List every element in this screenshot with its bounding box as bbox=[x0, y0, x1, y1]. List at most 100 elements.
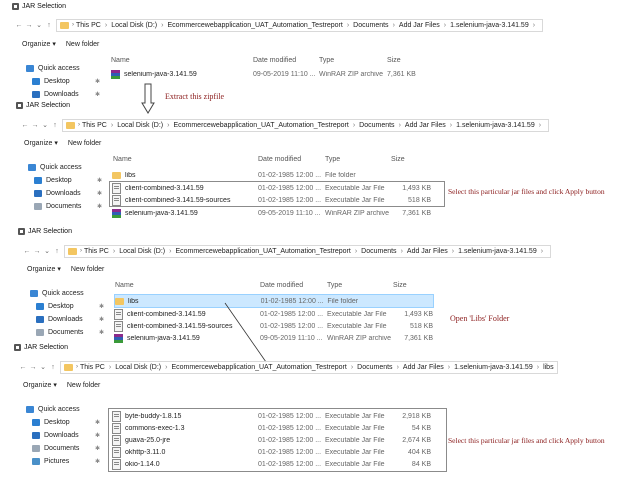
sidebar-item-quick-access[interactable]: Quick access bbox=[26, 403, 100, 416]
up-arrow-icon[interactable]: ↑ bbox=[48, 364, 58, 371]
list-item[interactable]: client-combined-3.141.59-sources 01-02-1… bbox=[112, 194, 444, 206]
breadcrumb[interactable]: › This PC › Local Disk (D:) › Ecommerceweb… bbox=[60, 360, 558, 374]
back-arrow-icon[interactable]: ← bbox=[22, 248, 32, 255]
organize-button[interactable]: Organize ▾ bbox=[23, 381, 57, 389]
list-item[interactable]: client-combined-3.141.59-sources 01-02-1… bbox=[114, 320, 436, 332]
sidebar-item-downloads[interactable]: Downloads ✱ bbox=[28, 187, 102, 200]
sidebar-item-downloads[interactable]: Downloads ✱ bbox=[30, 313, 104, 326]
sidebar-item-downloads[interactable]: Downloads ✱ bbox=[26, 88, 100, 101]
new-folder-button[interactable]: New folder bbox=[67, 382, 100, 389]
crumb-disk[interactable]: Local Disk (D:) bbox=[111, 22, 157, 29]
list-item[interactable]: client-combined-3.141.59 01-02-1985 12:0… bbox=[114, 308, 436, 320]
list-item-libs-selected[interactable]: libs 01-02-1985 12:00 ... File folder bbox=[114, 294, 434, 308]
crumb-project[interactable]: Ecommercewebapplication_UAT_Automation_T… bbox=[173, 122, 348, 129]
back-arrow-icon[interactable]: ← bbox=[14, 22, 24, 29]
crumb-this-pc[interactable]: This PC bbox=[76, 22, 101, 29]
col-name[interactable]: Name bbox=[115, 282, 260, 289]
jar-file-icon bbox=[112, 410, 121, 422]
list-item[interactable]: okhttp-3.11.0 01-02-1985 12:00 ... Execu… bbox=[112, 446, 446, 458]
list-item[interactable]: guava-25.0-jre 01-02-1985 12:00 ... Exec… bbox=[112, 434, 446, 446]
crumb-project[interactable]: Ecommercewebapplication_UAT_Automation_T… bbox=[167, 22, 342, 29]
list-item[interactable]: commons-exec-1.3 01-02-1985 12:00 ... Ex… bbox=[112, 422, 446, 434]
forward-arrow-icon[interactable]: → bbox=[28, 364, 38, 371]
col-size[interactable]: Size bbox=[387, 57, 427, 64]
up-arrow-icon[interactable]: ↑ bbox=[44, 22, 54, 29]
sidebar-item-desktop[interactable]: Desktop ✱ bbox=[28, 174, 102, 187]
col-name[interactable]: Name bbox=[113, 156, 258, 163]
crumb-project[interactable]: Ecommercewebapplication_UAT_Automation_T… bbox=[175, 248, 350, 255]
list-item[interactable]: selenium-java-3.141.59 09-05-2019 11:10 … bbox=[112, 207, 446, 219]
crumb-libs[interactable]: libs bbox=[543, 364, 554, 371]
organize-button[interactable]: Organize ▾ bbox=[27, 265, 61, 273]
up-arrow-icon[interactable]: ↑ bbox=[52, 248, 62, 255]
col-type[interactable]: Type bbox=[319, 57, 387, 64]
list-item[interactable]: client-combined-3.141.59 01-02-1985 12:0… bbox=[112, 182, 444, 194]
list-item[interactable]: okio-1.14.0 01-02-1985 12:00 ... Executa… bbox=[112, 458, 446, 470]
list-item[interactable]: selenium-java-3.141.59 09-05-2019 11:10 … bbox=[111, 68, 441, 80]
crumb-documents[interactable]: Documents bbox=[353, 22, 388, 29]
crumb-selenium[interactable]: 1.selenium-java-3.141.59 bbox=[450, 22, 529, 29]
sidebar-item-quick-access[interactable]: Quick access bbox=[30, 287, 104, 300]
toolbar-1: Organize ▾ New folder bbox=[22, 39, 99, 49]
crumb-this-pc[interactable]: This PC bbox=[84, 248, 109, 255]
new-folder-button[interactable]: New folder bbox=[71, 266, 104, 273]
col-date[interactable]: Date modified bbox=[258, 156, 325, 163]
col-size[interactable]: Size bbox=[393, 282, 433, 289]
crumb-disk[interactable]: Local Disk (D:) bbox=[119, 248, 165, 255]
col-type[interactable]: Type bbox=[325, 156, 391, 163]
list-item[interactable]: byte-buddy-1.8.15 01-02-1985 12:00 ... E… bbox=[112, 410, 446, 422]
back-arrow-icon[interactable]: ← bbox=[20, 122, 30, 129]
new-folder-button[interactable]: New folder bbox=[68, 140, 101, 147]
recent-chevron-icon[interactable]: ⌄ bbox=[34, 21, 44, 29]
sidebar-item-quick-access[interactable]: Quick access bbox=[26, 62, 100, 75]
crumb-documents[interactable]: Documents bbox=[361, 248, 396, 255]
crumb-project[interactable]: Ecommercewebapplication_UAT_Automation_T… bbox=[171, 364, 346, 371]
crumb-documents[interactable]: Documents bbox=[359, 122, 394, 129]
selection-highlight: client-combined-3.141.59 01-02-1985 12:0… bbox=[109, 181, 445, 207]
crumb-selenium[interactable]: 1.selenium-java-3.141.59 bbox=[456, 122, 535, 129]
crumb-selenium[interactable]: 1.selenium-java-3.141.59 bbox=[454, 364, 533, 371]
sidebar-item-quick-access[interactable]: Quick access bbox=[28, 161, 102, 174]
crumb-add-jar-files[interactable]: Add Jar Files bbox=[407, 248, 448, 255]
sidebar-item-documents[interactable]: Documents ✱ bbox=[30, 326, 104, 339]
col-size[interactable]: Size bbox=[391, 156, 431, 163]
note-open-libs: Open 'Libs' Folder bbox=[450, 314, 510, 323]
sidebar-item-pictures[interactable]: Pictures ✱ bbox=[26, 455, 100, 468]
crumb-add-jar-files[interactable]: Add Jar Files bbox=[403, 364, 444, 371]
col-name[interactable]: Name bbox=[111, 57, 253, 64]
sidebar-item-desktop[interactable]: Desktop ✱ bbox=[26, 75, 100, 88]
sidebar-item-downloads[interactable]: Downloads ✱ bbox=[26, 429, 100, 442]
recent-chevron-icon[interactable]: ⌄ bbox=[38, 363, 48, 371]
sidebar-item-desktop[interactable]: Desktop ✱ bbox=[26, 416, 100, 429]
col-type[interactable]: Type bbox=[327, 282, 393, 289]
forward-arrow-icon[interactable]: → bbox=[32, 248, 42, 255]
list-item[interactable]: libs 01-02-1985 12:00 ... File folder bbox=[112, 169, 446, 181]
sidebar-item-documents[interactable]: Documents ✱ bbox=[28, 200, 102, 213]
crumb-disk[interactable]: Local Disk (D:) bbox=[117, 122, 163, 129]
crumb-this-pc[interactable]: This PC bbox=[80, 364, 105, 371]
up-arrow-icon[interactable]: ↑ bbox=[50, 122, 60, 129]
col-date[interactable]: Date modified bbox=[260, 282, 327, 289]
forward-arrow-icon[interactable]: → bbox=[30, 122, 40, 129]
recent-chevron-icon[interactable]: ⌄ bbox=[40, 121, 50, 129]
sidebar-item-desktop[interactable]: Desktop ✱ bbox=[30, 300, 104, 313]
crumb-add-jar-files[interactable]: Add Jar Files bbox=[405, 122, 446, 129]
back-arrow-icon[interactable]: ← bbox=[18, 364, 28, 371]
recent-chevron-icon[interactable]: ⌄ bbox=[42, 247, 52, 255]
list-item[interactable]: selenium-java-3.141.59 09-05-2019 11:10 … bbox=[114, 332, 436, 344]
crumb-selenium[interactable]: 1.selenium-java-3.141.59 bbox=[458, 248, 537, 255]
crumb-disk[interactable]: Local Disk (D:) bbox=[115, 364, 161, 371]
sidebar-item-documents[interactable]: Documents ✱ bbox=[26, 442, 100, 455]
crumb-this-pc[interactable]: This PC bbox=[82, 122, 107, 129]
col-date[interactable]: Date modified bbox=[253, 57, 319, 64]
organize-button[interactable]: Organize ▾ bbox=[24, 139, 58, 147]
crumb-documents[interactable]: Documents bbox=[357, 364, 392, 371]
breadcrumb[interactable]: › This PC › Local Disk (D:) › Ecommerceweb… bbox=[62, 118, 550, 132]
new-folder-button[interactable]: New folder bbox=[66, 41, 99, 48]
crumb-add-jar-files[interactable]: Add Jar Files bbox=[399, 22, 440, 29]
forward-arrow-icon[interactable]: → bbox=[24, 22, 34, 29]
breadcrumb[interactable]: › This PC › Local Disk (D:) › Ecommerceweb… bbox=[56, 18, 544, 32]
folder-icon bbox=[64, 363, 73, 371]
breadcrumb[interactable]: › This PC › Local Disk (D:) › Ecommerceweb… bbox=[64, 244, 552, 258]
organize-button[interactable]: Organize ▾ bbox=[22, 40, 56, 48]
